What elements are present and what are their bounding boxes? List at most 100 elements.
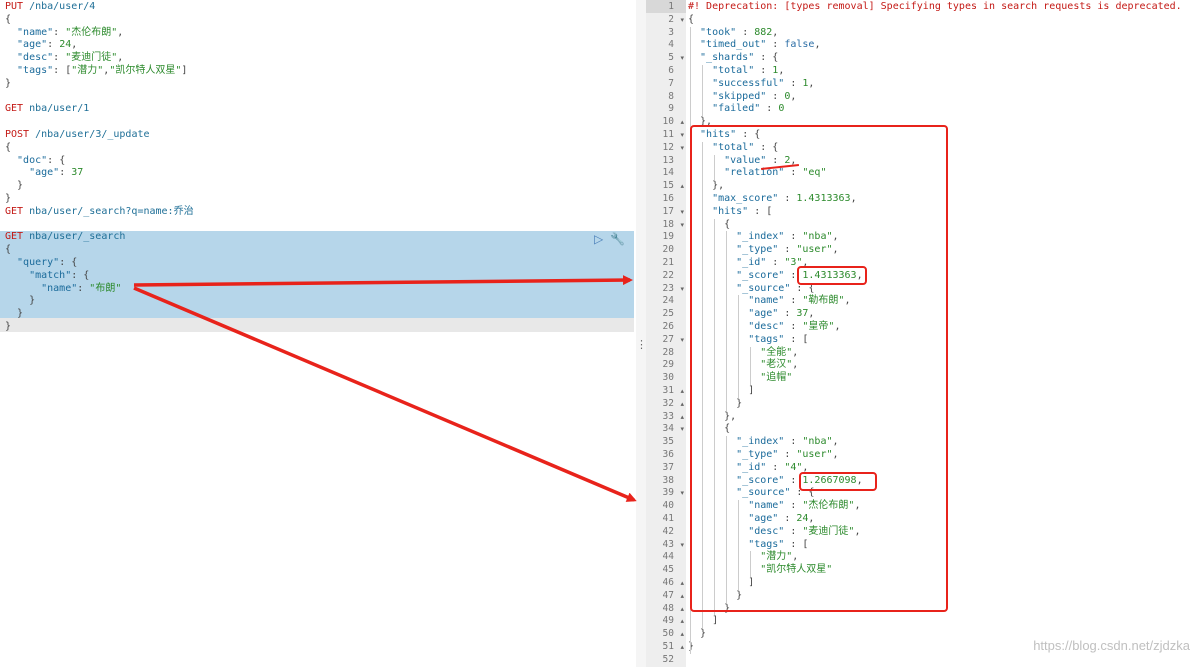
line-number-text: 36 — [662, 449, 674, 460]
unfold-arrow-icon[interactable]: ▴ — [680, 116, 684, 129]
request-line[interactable]: { — [5, 14, 11, 27]
request-token: { — [5, 141, 12, 153]
request-token: : { — [47, 154, 66, 166]
request-token: { — [5, 244, 12, 256]
active-request-highlight — [0, 231, 634, 319]
request-line[interactable]: } — [5, 295, 35, 308]
response-token: : — [784, 77, 803, 89]
request-line[interactable]: } — [5, 308, 23, 321]
response-token: , — [790, 90, 797, 102]
unfold-arrow-icon[interactable]: ▴ — [680, 628, 684, 641]
line-number-text: 47 — [662, 589, 674, 601]
request-token: GET — [5, 231, 24, 243]
request-token: : — [59, 167, 72, 179]
line-number-text: 49 — [662, 615, 674, 627]
unfold-arrow-icon[interactable]: ▴ — [680, 615, 684, 628]
request-line[interactable]: "name": "布朗" — [5, 283, 121, 296]
request-line[interactable]: "age": 37 — [5, 167, 83, 180]
hits-highlight-box — [690, 125, 948, 612]
fold-arrow-icon[interactable]: ▾ — [680, 219, 684, 232]
unfold-arrow-icon[interactable]: ▴ — [680, 603, 684, 616]
line-number-text: 33 — [662, 410, 674, 422]
fold-arrow-icon[interactable]: ▾ — [680, 142, 684, 155]
vertical-dots-icon[interactable]: ⋮ — [636, 338, 647, 352]
unfold-arrow-icon[interactable]: ▴ — [680, 590, 684, 603]
request-token: POST — [5, 129, 30, 140]
unfold-arrow-icon[interactable]: ▴ — [680, 577, 684, 590]
fold-arrow-icon[interactable]: ▾ — [680, 487, 684, 500]
request-token: : — [53, 26, 66, 38]
line-number-text: 1 — [668, 1, 674, 12]
line-number-text: 31 — [662, 385, 674, 396]
unfold-arrow-icon[interactable]: ▴ — [680, 641, 684, 654]
request-editor[interactable]: PUT /nba/user/4{ "name": "杰伦布朗", "age": … — [0, 0, 636, 667]
unfold-arrow-icon[interactable]: ▴ — [680, 411, 684, 424]
line-number-text: 14 — [662, 167, 674, 179]
request-line[interactable]: } — [5, 193, 11, 206]
request-token: "name" — [5, 282, 78, 294]
line-number: 18 ▾ — [646, 219, 686, 232]
line-number-text: 20 — [662, 244, 674, 256]
response-line: ] — [688, 615, 718, 628]
fold-arrow-icon[interactable]: ▾ — [680, 334, 684, 347]
line-number: 28 — [646, 347, 686, 360]
line-number-text: 3 — [668, 26, 674, 38]
line-number: 12 ▾ — [646, 142, 686, 155]
request-line[interactable]: } — [5, 78, 11, 91]
request-line[interactable]: "name": "杰伦布朗", — [5, 27, 123, 40]
fold-arrow-icon[interactable]: ▾ — [680, 539, 684, 552]
response-token: { — [688, 13, 695, 25]
response-token: : — [736, 26, 755, 38]
line-number-text: 13 — [662, 154, 674, 166]
request-line[interactable]: "tags": ["潜力","凯尔特人双星"] — [5, 65, 187, 78]
request-line[interactable]: "doc": { — [5, 155, 65, 168]
line-number-text: 28 — [662, 346, 674, 358]
unfold-arrow-icon[interactable]: ▴ — [680, 398, 684, 411]
fold-arrow-icon[interactable]: ▾ — [680, 423, 684, 436]
request-token: nba/user/1 — [23, 103, 90, 115]
fold-arrow-icon[interactable]: ▾ — [680, 129, 684, 142]
request-line[interactable]: } — [5, 321, 11, 334]
request-line[interactable]: "match": { — [5, 270, 89, 283]
request-token: : [ — [53, 65, 72, 76]
request-line[interactable]: PUT /nba/user/4 — [5, 1, 95, 14]
request-line[interactable]: "age": 24, — [5, 39, 77, 52]
response-token: false — [784, 39, 815, 51]
line-number: 15 ▴ — [646, 180, 686, 193]
line-number: 34 ▾ — [646, 423, 686, 436]
line-number-text: 4 — [668, 39, 674, 51]
line-number: 16 — [646, 193, 686, 206]
request-line[interactable]: } — [5, 180, 23, 193]
request-token: } — [5, 193, 12, 204]
request-line[interactable]: GET nba/user/_search?q=name:乔治 — [5, 206, 194, 219]
request-line[interactable]: { — [5, 142, 11, 155]
request-line[interactable]: "query": { — [5, 257, 77, 270]
request-token: } — [5, 308, 24, 320]
line-number: 20 — [646, 244, 686, 257]
fold-arrow-icon[interactable]: ▾ — [680, 283, 684, 296]
unfold-arrow-icon[interactable]: ▴ — [680, 180, 684, 193]
line-number: 21 — [646, 257, 686, 270]
unfold-arrow-icon[interactable]: ▴ — [680, 385, 684, 398]
request-token: nba/user/_search?q=name:乔治 — [23, 205, 194, 217]
line-number-text: 6 — [668, 65, 674, 76]
request-token: 24 — [59, 39, 72, 51]
request-line[interactable]: { — [5, 244, 11, 257]
line-number: 8 — [646, 91, 686, 104]
response-token: , — [772, 26, 779, 38]
request-line[interactable]: POST /nba/user/3/_update — [5, 129, 150, 142]
request-token: : — [77, 282, 90, 294]
fold-arrow-icon[interactable]: ▾ — [680, 52, 684, 65]
line-number-text: 51 — [662, 641, 674, 652]
line-number: 9 — [646, 103, 686, 116]
line-number: 40 — [646, 500, 686, 513]
line-number-text: 24 — [662, 295, 674, 307]
request-line[interactable]: GET nba/user/1 — [5, 103, 89, 116]
wrench-icon[interactable]: 🔧 — [610, 232, 625, 246]
fold-arrow-icon[interactable]: ▾ — [680, 14, 684, 27]
request-line[interactable]: GET nba/user/_search — [5, 231, 125, 244]
pane-divider[interactable] — [636, 0, 646, 667]
request-line[interactable]: "desc": "麦迪门徒", — [5, 52, 123, 65]
play-icon[interactable]: ▷ — [594, 232, 608, 246]
fold-arrow-icon[interactable]: ▾ — [680, 206, 684, 219]
